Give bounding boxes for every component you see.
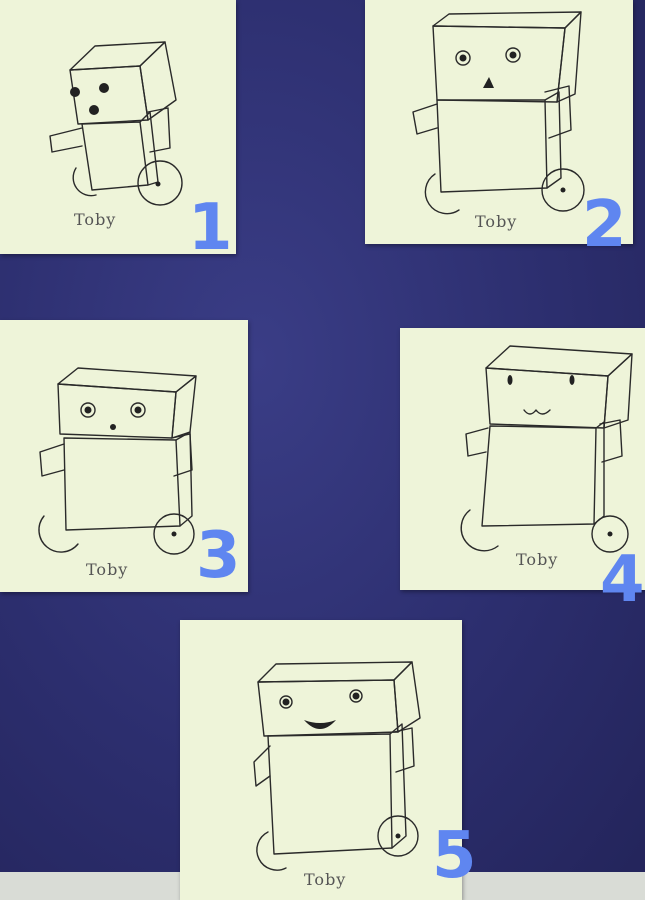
sticky-note-5: Toby (180, 620, 462, 900)
caption-toby: Toby (516, 550, 559, 569)
caption-toby: Toby (304, 870, 347, 889)
note-number-3: 3 (196, 519, 241, 593)
note-number-1: 1 (188, 191, 233, 265)
caption-toby: Toby (86, 560, 129, 579)
note-number-5: 5 (432, 819, 477, 893)
robot-drawing (253, 661, 421, 871)
caption-toby: Toby (74, 210, 117, 229)
note-number-4: 4 (600, 543, 645, 617)
caption-toby: Toby (475, 212, 518, 231)
note-number-2: 2 (582, 188, 627, 262)
